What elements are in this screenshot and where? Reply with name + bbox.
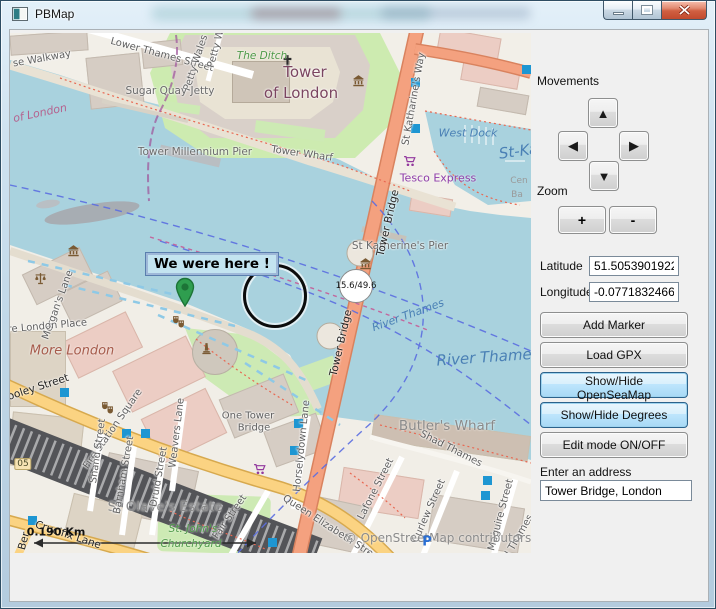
- minimize-icon: [613, 12, 624, 15]
- minimize-button[interactable]: [603, 1, 632, 20]
- cart-icon: [403, 153, 416, 166]
- button-show-hide-openseamap[interactable]: Show/Hide OpenSeaMap: [540, 372, 688, 398]
- map-label: Tower Millennium Pier: [138, 146, 252, 158]
- cart-icon: [253, 461, 266, 474]
- map-label: Cen: [510, 176, 528, 186]
- close-icon: [678, 5, 691, 15]
- address-input[interactable]: [540, 480, 692, 501]
- button-show-hide-degrees[interactable]: Show/Hide Degrees: [540, 402, 688, 428]
- map-label: Ba: [511, 190, 523, 200]
- map-label: P: [422, 535, 432, 550]
- map-label: Churchyard: [160, 538, 221, 550]
- map-view[interactable]: se WalkwayLower Thames StreetPetty Wales…: [10, 33, 531, 553]
- map-label: St Katherine's Pier: [352, 240, 448, 252]
- seamark-icon: [268, 538, 277, 547]
- marker-tooltip: We were here !: [146, 253, 278, 275]
- action-button-stack: Add Marker Load GPX Show/Hide OpenSeaMap Sh…: [540, 312, 688, 462]
- move-left-button[interactable]: ◀: [558, 131, 588, 161]
- latitude-label: Latitude: [540, 259, 583, 273]
- scales-icon: [34, 270, 47, 283]
- bridge-clearance-badge: 15.6/49.6: [339, 269, 373, 303]
- move-right-button[interactable]: ▶: [619, 131, 649, 161]
- longitude-field[interactable]: [589, 282, 679, 302]
- arrow-left-icon: ◀: [568, 138, 578, 154]
- map-label: © OpenStreetMap contributors: [345, 531, 531, 545]
- museum-icon: [67, 242, 80, 255]
- seamark-icon: [481, 491, 490, 500]
- client-area: se WalkwayLower Thames StreetPetty Wales…: [9, 29, 709, 602]
- seamark-icon: [522, 65, 531, 74]
- seamark-icon: [141, 429, 150, 438]
- seamark-icon: [483, 476, 492, 485]
- button-add-marker[interactable]: Add Marker: [540, 312, 688, 338]
- button-load-gpx[interactable]: Load GPX: [540, 342, 688, 368]
- titlebar-glass-blur: [381, 7, 531, 19]
- zoom-out-button[interactable]: -: [609, 206, 657, 234]
- titlebar-glass-blur: [251, 8, 341, 19]
- window-title: PBMap: [35, 7, 74, 21]
- monument-icon: [200, 340, 213, 353]
- map-label: Tesco Express: [400, 172, 477, 185]
- longitude-label: Longitude: [540, 285, 593, 299]
- masks-icon: [172, 313, 185, 326]
- latitude-field[interactable]: [589, 256, 679, 276]
- map-label: The Ditch: [237, 50, 287, 62]
- move-up-button[interactable]: ▲: [588, 98, 618, 128]
- arrow-down-icon: ▼: [598, 169, 611, 184]
- map-label: of London: [264, 84, 338, 102]
- maximize-button[interactable]: [632, 1, 661, 20]
- map-label: Bridge: [238, 423, 271, 434]
- arrow-up-icon: ▲: [597, 106, 610, 121]
- museum-icon: [352, 72, 365, 85]
- movements-label: Movements: [537, 74, 599, 88]
- map-label: 05: [14, 458, 31, 470]
- arrow-right-icon: ▶: [629, 138, 639, 154]
- map-label: Sugar Quay Jetty: [126, 85, 215, 97]
- move-down-button[interactable]: ▼: [589, 161, 619, 191]
- masks-icon: [101, 399, 114, 412]
- window-frame: PBMap: [0, 0, 716, 609]
- map-label: One Tower: [222, 411, 275, 422]
- map-label: Tower: [283, 63, 326, 81]
- zoom-in-button[interactable]: +: [558, 206, 606, 234]
- map-marker-icon[interactable]: [174, 277, 196, 307]
- address-label: Enter an address: [540, 465, 631, 479]
- seamark-icon: [60, 388, 69, 397]
- app-icon: [12, 7, 28, 21]
- map-label: St. John's: [169, 523, 218, 535]
- close-button[interactable]: [661, 1, 707, 20]
- caption-buttons: [603, 1, 707, 20]
- map-label: West Dock: [439, 127, 498, 140]
- map-label: Butler's Wharf: [399, 418, 495, 434]
- maximize-icon: [642, 6, 652, 14]
- button-edit-mode-on-off[interactable]: Edit mode ON/OFF: [540, 432, 688, 458]
- map-label: More London: [30, 344, 115, 359]
- museum-icon: [359, 255, 372, 268]
- zoom-label: Zoom: [537, 184, 568, 198]
- map-label: 0.190 Km: [27, 526, 86, 539]
